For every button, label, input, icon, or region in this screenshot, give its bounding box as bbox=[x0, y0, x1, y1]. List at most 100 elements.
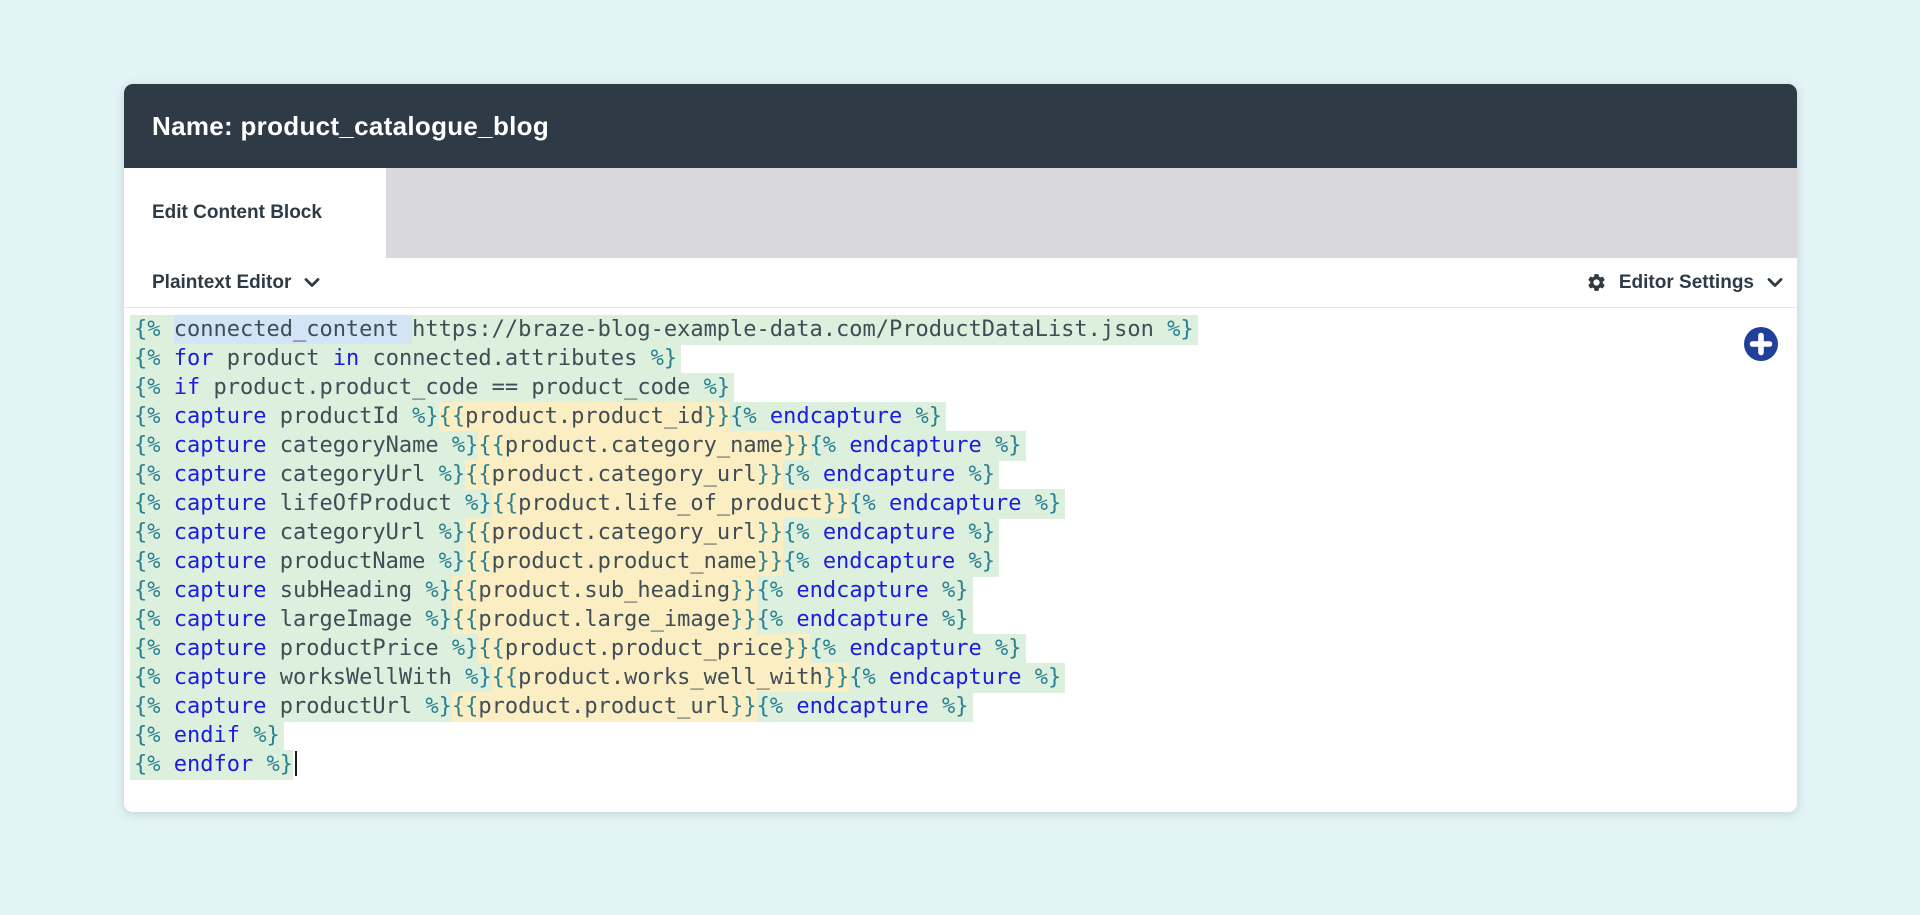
code-token: endcapture bbox=[849, 634, 981, 664]
code-token bbox=[161, 663, 174, 693]
code-token: capture bbox=[174, 547, 267, 577]
code-token: endif bbox=[174, 721, 240, 751]
code-line[interactable]: {% capture lifeOfProduct %}{{product.lif… bbox=[130, 489, 1737, 518]
code-line[interactable]: {% capture categoryUrl %}{{product.categ… bbox=[130, 518, 1737, 547]
code-token: %} bbox=[425, 605, 452, 635]
code-token: {% bbox=[757, 576, 784, 606]
code-token: for bbox=[174, 344, 214, 374]
code-token: {% bbox=[730, 402, 757, 432]
code-token: product.works_well_with bbox=[518, 663, 823, 693]
code-line[interactable]: {% capture categoryUrl %}{{product.categ… bbox=[130, 460, 1737, 489]
code-token: endcapture bbox=[889, 489, 1021, 519]
code-token bbox=[982, 634, 995, 664]
code-token bbox=[161, 547, 174, 577]
code-token: }} bbox=[757, 547, 784, 577]
code-token: %} bbox=[969, 460, 1000, 490]
code-token bbox=[783, 692, 796, 722]
code-token: %} bbox=[465, 663, 492, 693]
code-token: categoryUrl bbox=[266, 460, 438, 490]
code-token: {{ bbox=[478, 634, 505, 664]
code-token: endcapture bbox=[796, 576, 928, 606]
code-token: {{ bbox=[492, 663, 519, 693]
code-token: }} bbox=[730, 576, 757, 606]
code-token: {% bbox=[757, 605, 784, 635]
code-token: {% bbox=[130, 315, 161, 345]
code-token bbox=[161, 721, 174, 751]
editor-mode-dropdown[interactable]: Plaintext Editor bbox=[152, 272, 320, 294]
tab-label: Edit Content Block bbox=[152, 202, 322, 224]
code-token: }} bbox=[757, 518, 784, 548]
code-token: %} bbox=[465, 489, 492, 519]
code-token: capture bbox=[174, 663, 267, 693]
code-token: {% bbox=[130, 750, 161, 780]
code-area[interactable]: {% connected_content https://braze-blog-… bbox=[124, 308, 1797, 779]
code-token: }} bbox=[823, 663, 850, 693]
code-token: capture bbox=[174, 518, 267, 548]
code-token bbox=[161, 605, 174, 635]
code-token: endcapture bbox=[823, 518, 955, 548]
code-token: capture bbox=[174, 402, 267, 432]
code-token: categoryUrl bbox=[266, 518, 438, 548]
code-token: }} bbox=[823, 489, 850, 519]
editor-settings-dropdown[interactable]: Editor Settings bbox=[1586, 272, 1783, 294]
code-token: product.category_name bbox=[505, 431, 783, 461]
code-token: endcapture bbox=[823, 547, 955, 577]
page: Name: product_catalogue_blog Edit Conten… bbox=[0, 0, 1920, 915]
code-token: capture bbox=[174, 692, 267, 722]
code-token: product.product_url bbox=[478, 692, 730, 722]
code-line[interactable]: {% for product in connected.attributes %… bbox=[130, 344, 1737, 373]
code-token: endcapture bbox=[796, 692, 928, 722]
code-token: productPrice bbox=[266, 634, 451, 664]
code-token: {% bbox=[810, 431, 837, 461]
code-token: }} bbox=[704, 402, 731, 432]
code-line[interactable]: {% endif %} bbox=[130, 721, 1737, 750]
code-token: %} bbox=[412, 402, 439, 432]
tab-edit-content-block[interactable]: Edit Content Block bbox=[124, 168, 386, 258]
code-token: {% bbox=[783, 518, 810, 548]
code-token: %} bbox=[452, 634, 479, 664]
code-token: {% bbox=[130, 518, 161, 548]
code-token bbox=[955, 547, 968, 577]
code-token: {{ bbox=[492, 489, 519, 519]
code-line[interactable]: {% capture subHeading %}{{product.sub_he… bbox=[130, 576, 1737, 605]
code-token: {{ bbox=[452, 605, 479, 635]
code-token: endcapture bbox=[889, 663, 1021, 693]
code-line[interactable]: {% endfor %} bbox=[130, 750, 1737, 779]
code-line[interactable]: {% capture productName %}{{product.produ… bbox=[130, 547, 1737, 576]
text-cursor bbox=[295, 751, 297, 776]
code-token: }} bbox=[757, 460, 784, 490]
code-token: %} bbox=[266, 750, 293, 780]
code-token: {% bbox=[810, 634, 837, 664]
code-token: %} bbox=[995, 634, 1026, 664]
editor-toolbar: Plaintext Editor Editor Settings bbox=[124, 258, 1797, 308]
add-personalization-button[interactable] bbox=[1743, 326, 1779, 362]
code-token: {% bbox=[130, 721, 161, 751]
code-editor[interactable]: {% connected_content https://braze-blog-… bbox=[124, 308, 1797, 812]
code-token bbox=[757, 402, 770, 432]
code-token: }} bbox=[783, 634, 810, 664]
code-line[interactable]: {% capture productPrice %}{{product.prod… bbox=[130, 634, 1737, 663]
code-line[interactable]: {% capture worksWellWith %}{{product.wor… bbox=[130, 663, 1737, 692]
code-line[interactable]: {% capture productUrl %}{{product.produc… bbox=[130, 692, 1737, 721]
code-token bbox=[929, 605, 942, 635]
code-token: %} bbox=[704, 373, 735, 403]
code-token: capture bbox=[174, 431, 267, 461]
code-token: productName bbox=[266, 547, 438, 577]
code-line[interactable]: {% connected_content https://braze-blog-… bbox=[130, 315, 1737, 344]
code-token: capture bbox=[174, 634, 267, 664]
code-line[interactable]: {% capture productId %}{{product.product… bbox=[130, 402, 1737, 431]
code-line[interactable]: {% if product.product_code == product_co… bbox=[130, 373, 1737, 402]
code-token bbox=[161, 518, 174, 548]
card-header: Name: product_catalogue_blog bbox=[124, 84, 1797, 168]
code-token: product.product_code == product_code bbox=[200, 373, 703, 403]
code-token: in bbox=[333, 344, 360, 374]
code-token bbox=[982, 431, 995, 461]
code-token bbox=[161, 402, 174, 432]
code-token: {% bbox=[130, 576, 161, 606]
chevron-down-icon bbox=[304, 278, 320, 288]
code-token: {% bbox=[130, 344, 161, 374]
code-line[interactable]: {% capture largeImage %}{{product.large_… bbox=[130, 605, 1737, 634]
editor-mode-value: Plaintext Editor bbox=[152, 272, 291, 294]
code-line[interactable]: {% capture categoryName %}{{product.cate… bbox=[130, 431, 1737, 460]
code-token: %} bbox=[916, 402, 947, 432]
